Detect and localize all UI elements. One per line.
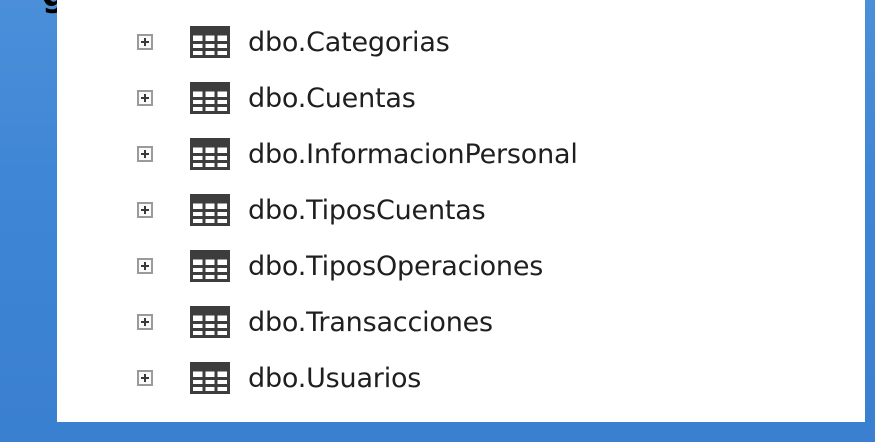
table-icon (190, 138, 230, 170)
table-icon (190, 194, 230, 226)
table-icon (190, 82, 230, 114)
plus-expand-icon[interactable] (137, 258, 153, 274)
plus-expand-icon[interactable] (137, 202, 153, 218)
tree-node-label[interactable]: dbo.Transacciones (248, 307, 493, 338)
tree-node-tipos-cuentas[interactable]: dbo.TiposCuentas (57, 182, 865, 238)
plus-expand-icon[interactable] (137, 314, 153, 330)
table-icon (190, 250, 230, 282)
tree-node-label[interactable]: dbo.Categorias (248, 27, 450, 58)
tree-node-label[interactable]: dbo.TiposCuentas (248, 195, 486, 226)
tree-node-transacciones[interactable]: dbo.Transacciones (57, 294, 865, 350)
tree-node-usuarios[interactable]: dbo.Usuarios (57, 350, 865, 406)
tree-node-label[interactable]: dbo.InformacionPersonal (248, 139, 578, 170)
tree-node-cuentas[interactable]: dbo.Cuentas (57, 70, 865, 126)
tree-node-label[interactable]: dbo.Cuentas (248, 83, 416, 114)
tree-node-informacion-personal[interactable]: dbo.InformacionPersonal (57, 126, 865, 182)
object-explorer-panel: dbo.Categorias dbo.Cuentas dbo.Informaci… (57, 0, 865, 422)
plus-expand-icon[interactable] (137, 90, 153, 106)
plus-expand-icon[interactable] (137, 146, 153, 162)
plus-expand-icon[interactable] (137, 34, 153, 50)
table-icon (190, 26, 230, 58)
tree-node-label[interactable]: dbo.TiposOperaciones (248, 251, 543, 282)
plus-expand-icon[interactable] (137, 370, 153, 386)
tree-node-tipos-operaciones[interactable]: dbo.TiposOperaciones (57, 238, 865, 294)
tree-node-label[interactable]: dbo.Usuarios (248, 363, 421, 394)
table-icon (190, 362, 230, 394)
tree-node-categorias[interactable]: dbo.Categorias (57, 14, 865, 70)
table-icon (190, 306, 230, 338)
